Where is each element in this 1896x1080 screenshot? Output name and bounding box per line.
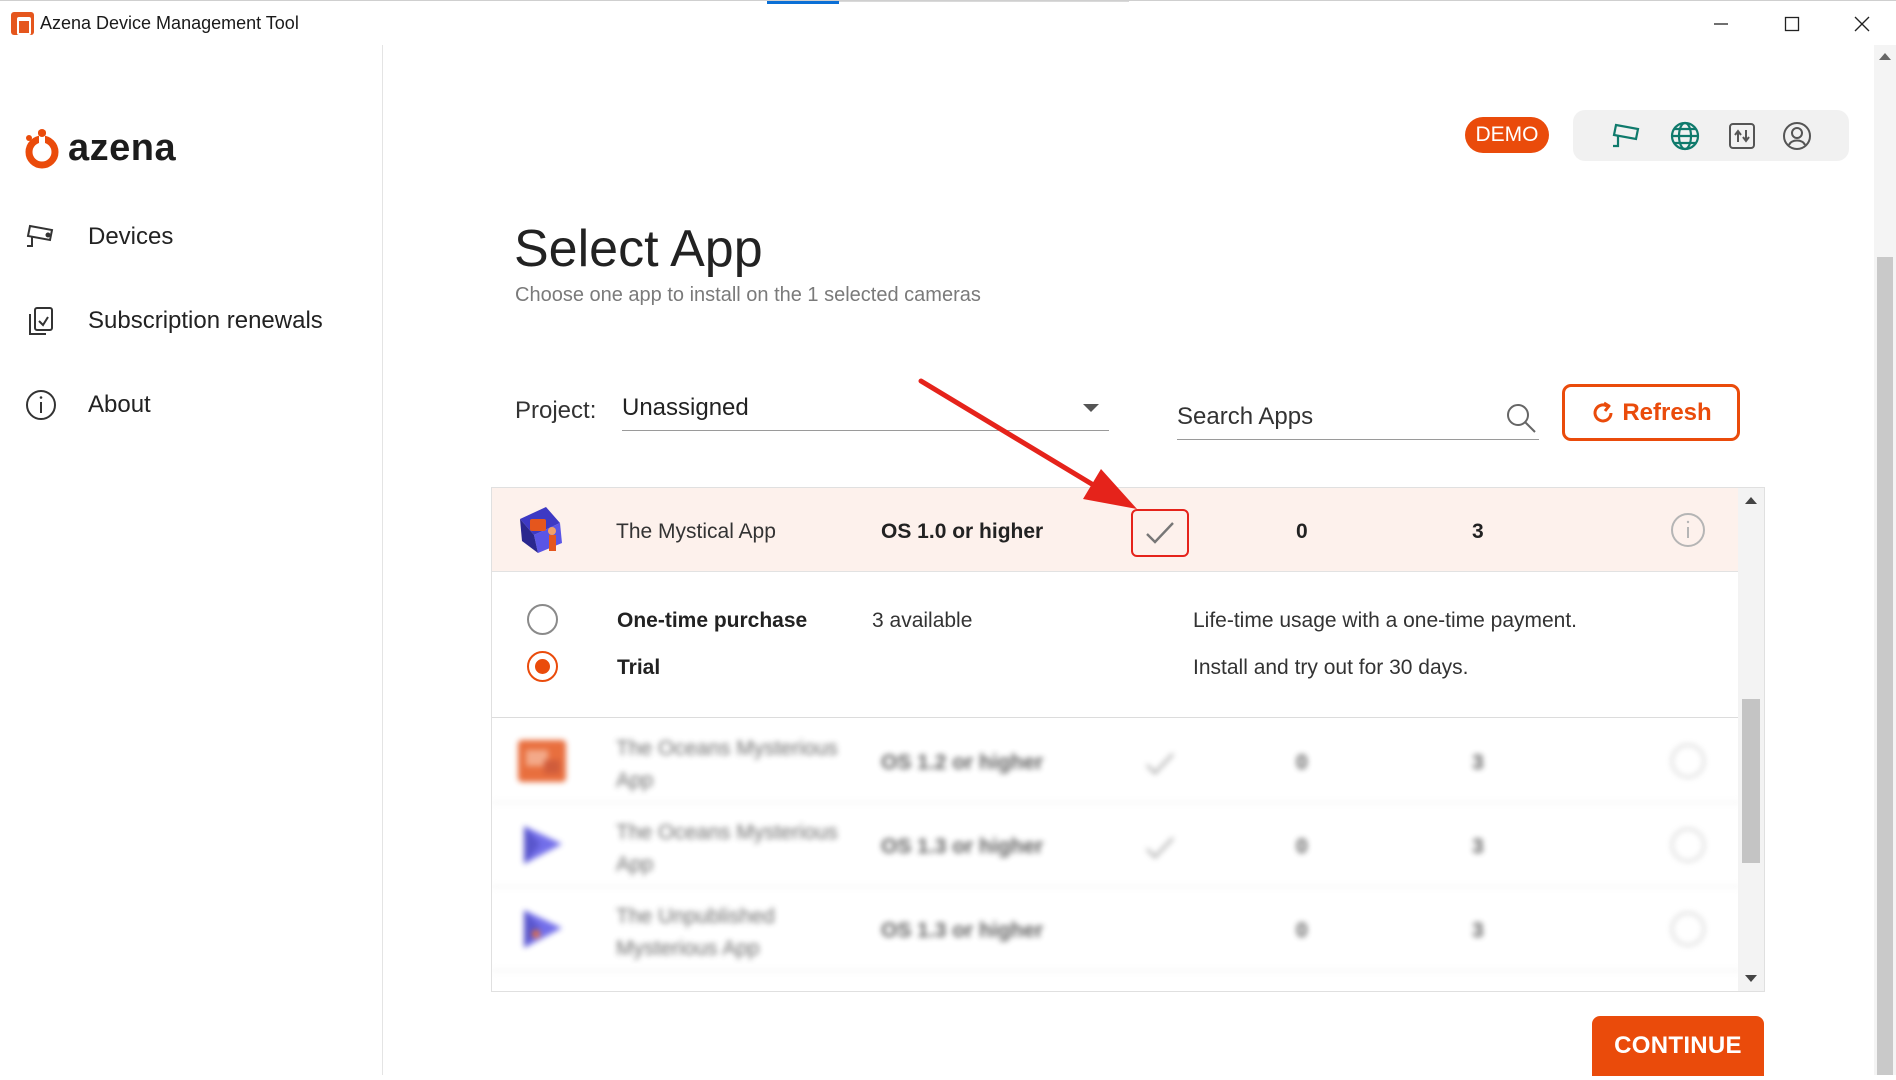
user-icon	[1783, 122, 1811, 150]
devices-tool-button[interactable]	[1609, 118, 1645, 154]
scrollbar-thumb[interactable]	[1742, 699, 1760, 863]
app-count-installed: 0	[1296, 520, 1308, 543]
sidebar-item-about[interactable]: About	[24, 385, 151, 425]
app-count-available: 3	[1472, 751, 1484, 774]
app-thumbnail-icon	[518, 740, 566, 782]
maximize-button[interactable]	[1757, 1, 1827, 46]
page-title: Select App	[514, 220, 763, 278]
sidebar-item-devices[interactable]: Devices	[24, 217, 173, 257]
license-radio-trial[interactable]	[527, 651, 558, 682]
app-name: The Oceans Mysterious App	[616, 737, 838, 792]
license-description: Install and try out for 30 days.	[1193, 656, 1469, 679]
titlebar-divider	[839, 1, 1129, 2]
page-subtitle: Choose one app to install on the 1 selec…	[515, 284, 981, 306]
camera-icon	[1612, 123, 1640, 148]
app-row[interactable]: The Oceans Mysterious App OS 1.2 or high…	[492, 719, 1740, 803]
app-list-scrollbar[interactable]	[1738, 488, 1764, 991]
app-row[interactable]: The Oceans Mysterious App OS 1.3 or high…	[492, 803, 1740, 887]
license-description: Life-time usage with a one-time payment.	[1193, 609, 1578, 632]
license-options: One-time purchase 3 available Life-time …	[492, 572, 1740, 718]
brand-name: azena	[68, 127, 177, 169]
titlebar-accent	[767, 1, 839, 4]
header-toolbar	[1573, 110, 1849, 161]
app-row-selected[interactable]: The Mystical App OS 1.0 or higher 0 3	[492, 488, 1740, 572]
license-name: Trial	[617, 656, 661, 679]
info-icon[interactable]	[1670, 512, 1706, 548]
app-os-requirement: OS 1.0 or higher	[881, 520, 1044, 543]
project-label: Project:	[515, 397, 597, 424]
upload-button[interactable]	[1724, 118, 1760, 154]
project-dropdown-value: Unassigned	[622, 394, 749, 421]
sidebar-item-label: Devices	[88, 223, 174, 250]
compatibility-check	[1131, 824, 1189, 872]
window-titlebar: Azena Device Management Tool	[0, 0, 1896, 45]
search-apps-field	[1177, 396, 1539, 440]
info-icon[interactable]	[1670, 911, 1706, 947]
info-icon[interactable]	[1670, 743, 1706, 779]
app-count-available: 3	[1472, 835, 1484, 858]
info-icon	[24, 388, 58, 422]
continue-button[interactable]: CONTINUE	[1592, 1016, 1764, 1076]
app-name: The Unpublished Mysterious App	[616, 905, 775, 960]
app-count-installed: 0	[1296, 835, 1308, 858]
search-icon[interactable]	[1503, 400, 1539, 436]
maximize-icon	[1784, 16, 1800, 31]
page-scrollbar-thumb[interactable]	[1877, 257, 1893, 1075]
app-os-requirement: OS 1.3 or higher	[881, 835, 1044, 858]
scroll-up-icon[interactable]	[1745, 497, 1757, 504]
refresh-label: Refresh	[1622, 398, 1712, 426]
app-logo-icon	[11, 12, 34, 35]
compatibility-check	[1131, 509, 1189, 557]
sidebar-item-subscription-renewals[interactable]: Subscription renewals	[24, 301, 323, 341]
app-row[interactable]: The Unpublished Mysterious App OS 1.3 or…	[492, 887, 1740, 971]
project-dropdown[interactable]: Unassigned	[622, 388, 1109, 431]
sidebar-item-label: About	[88, 391, 151, 418]
camera-icon	[24, 220, 58, 254]
scroll-down-icon[interactable]	[1745, 975, 1757, 982]
app-os-requirement: OS 1.2 or higher	[881, 751, 1044, 774]
app-count-installed: 0	[1296, 919, 1308, 942]
azena-logo-icon	[25, 129, 59, 169]
user-account-button[interactable]	[1779, 118, 1815, 154]
license-option-trial[interactable]: Trial Install and try out for 30 days.	[492, 647, 1740, 687]
license-radio-one-time[interactable]	[527, 604, 558, 635]
license-name: One-time purchase	[617, 609, 808, 632]
app-thumbnail-icon	[520, 507, 562, 553]
close-icon	[1854, 16, 1870, 31]
app-name: The Oceans Mysterious App	[616, 821, 838, 876]
scroll-up-icon[interactable]	[1879, 53, 1891, 60]
compatibility-check	[1131, 740, 1189, 788]
info-icon[interactable]	[1670, 827, 1706, 863]
app-name: The Mystical App	[616, 520, 776, 543]
license-availability: 3 available	[872, 609, 973, 632]
renew-icon	[24, 304, 58, 338]
sidebar: azena Devices Subscription renewals Abou…	[0, 45, 383, 1075]
app-count-available: 3	[1472, 520, 1484, 543]
language-button[interactable]	[1667, 118, 1703, 154]
app-os-requirement: OS 1.3 or higher	[881, 919, 1044, 942]
caret-down-icon	[1083, 404, 1099, 412]
page-scrollbar[interactable]	[1874, 45, 1896, 1075]
license-option-one-time[interactable]: One-time purchase 3 available Life-time …	[492, 600, 1740, 640]
minimize-button[interactable]	[1686, 1, 1756, 46]
sidebar-item-label: Subscription renewals	[88, 307, 323, 334]
minimize-icon	[1714, 22, 1728, 25]
app-list: The Mystical App OS 1.0 or higher 0 3 On…	[491, 487, 1765, 992]
checkmark-icon	[1146, 837, 1174, 859]
upload-icon	[1729, 123, 1755, 149]
demo-badge: DEMO	[1465, 117, 1549, 153]
checkmark-icon	[1146, 753, 1174, 775]
checkmark-icon	[1146, 522, 1174, 544]
app-thumbnail-icon	[524, 910, 562, 948]
app-thumbnail-icon	[524, 826, 562, 864]
refresh-button[interactable]: Refresh	[1562, 384, 1740, 441]
app-count-available: 3	[1472, 919, 1484, 942]
globe-icon	[1670, 121, 1700, 151]
brand-logo: azena	[24, 127, 176, 169]
refresh-icon	[1593, 401, 1613, 422]
search-input[interactable]	[1177, 400, 1477, 434]
app-count-installed: 0	[1296, 751, 1308, 774]
close-button[interactable]	[1827, 1, 1896, 46]
window-title: Azena Device Management Tool	[40, 13, 299, 33]
